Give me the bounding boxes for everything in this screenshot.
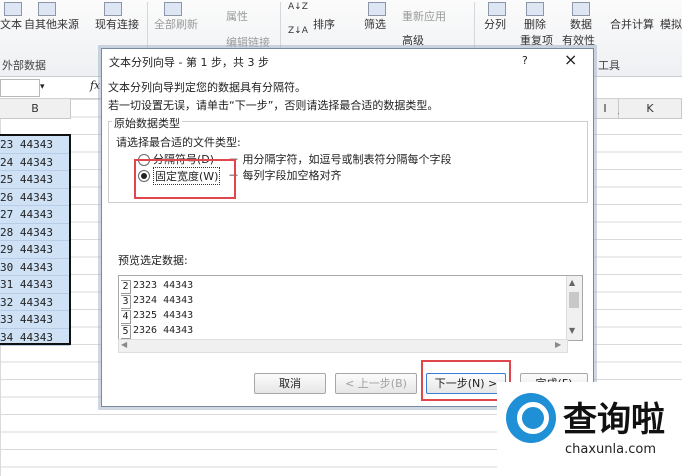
ribbon-item-sort[interactable]: 排序 [313,16,335,32]
watermark-brand: 查询啦 [563,400,665,440]
preview-row-number: 2 [121,280,131,294]
ribbon-item-text-to-columns[interactable]: 分列 [484,16,506,32]
back-button[interactable]: < 上一步(B) [335,373,417,394]
ribbon-item-remove[interactable]: 删除 [524,16,546,32]
preview-row-number: 5 [121,325,131,339]
existing-connections-icon [104,2,122,16]
option-delimited-desc: － 用分隔字符，如逗号或制表符分隔每个字段 [228,153,452,166]
ribbon-item-advanced[interactable]: 高级 [402,32,424,48]
preview-row: 2325 44343 [133,310,194,321]
selection-border [0,134,71,345]
file-type-prompt: 请选择最合适的文件类型: [116,136,241,149]
close-button[interactable]: × [564,50,577,69]
ribbon-item-duplicates[interactable]: 重复项 [520,32,553,48]
name-box[interactable] [0,79,40,97]
scroll-left-icon[interactable]: ◀ [121,340,127,349]
dialog-title: 文本分列向导 - 第 1 步，共 3 步 [109,56,269,69]
ribbon-item-refresh-all[interactable]: 全部刷新 [154,16,198,32]
scroll-right-icon[interactable]: ▶ [555,340,561,349]
ribbon-item-what-if[interactable]: 模拟 [660,16,682,32]
ribbon-item-consolidate[interactable]: 合并计算 [610,16,654,32]
dialog-line-2: 若一切设置无误，请单击“下一步”，否则请选择最合适的数据类型。 [108,99,439,112]
scroll-down-icon[interactable]: ▼ [569,326,575,335]
ribbon-item-validation[interactable]: 有效性 [562,32,595,48]
ribbon-item-text[interactable]: 文本 [0,16,22,32]
ribbon-item-existing-connections[interactable]: 现有连接 [95,16,139,32]
filter-icon [368,2,386,16]
text-import-icon [4,2,22,16]
help-button[interactable]: ? [522,54,528,67]
preview-row-number: 4 [121,310,131,324]
chevron-down-icon[interactable]: ▾ [40,80,50,94]
column-header-k[interactable]: K [619,99,682,119]
group-legend: 原始数据类型 [112,115,182,131]
text-to-columns-dialog: 文本分列向导 - 第 1 步，共 3 步 ? × 文本分列向导判定您的数据具有分… [101,48,594,407]
column-header-b[interactable]: B [0,99,71,119]
preview-row: 2326 44343 [133,325,194,336]
refresh-all-icon [164,2,182,16]
preview-row: 2323 44343 [133,280,194,291]
magnifier-ring [517,402,549,434]
sort-az-icon[interactable]: A↓Z [288,2,308,12]
data-validation-icon [572,2,590,16]
scroll-thumb[interactable] [569,292,579,308]
group-label-tools: 工具 [598,59,620,72]
ribbon-item-filter[interactable]: 筛选 [364,16,386,32]
ribbon-item-reapply[interactable]: 重新应用 [402,8,446,24]
fx-icon[interactable]: fx [90,79,100,92]
horizontal-scrollbar[interactable]: ◀ ▶ [118,339,568,353]
search-icon [506,393,556,443]
text-to-columns-icon [488,2,506,16]
preview-label: 预览选定数据: [118,254,188,267]
vertical-scrollbar[interactable]: ▲ ▼ [566,276,582,340]
preview-row-number: 3 [121,295,131,309]
ribbon-item-properties[interactable]: 属性 [226,8,248,24]
other-sources-icon [38,2,56,16]
column-header-i[interactable]: I [592,99,619,119]
preview-row: 2324 44343 [133,295,194,306]
sort-za-icon[interactable]: Z↓A [288,26,308,36]
watermark-logo: 查询啦 chaxunla.com [497,382,682,476]
watermark-url: chaxunla.com [565,442,656,457]
preview-pane[interactable]: 2 2323 44343 3 2324 44343 4 2325 44343 5… [118,275,583,341]
remove-duplicates-icon [526,2,544,16]
group-label-external-data: 外部数据 [2,59,46,72]
scroll-up-icon[interactable]: ▲ [569,278,575,287]
dialog-line-1: 文本分列向导判定您的数据具有分隔符。 [108,81,306,94]
dialog-titlebar[interactable]: 文本分列向导 - 第 1 步，共 3 步 ? × [102,49,593,73]
ribbon-item-data[interactable]: 数据 [570,16,592,32]
option-fixed-width-desc: － 每列字段加空格对齐 [228,169,342,182]
cancel-button[interactable]: 取消 [254,373,326,394]
ribbon-item-other-sources[interactable]: 自其他来源 [24,16,79,32]
highlight-box [134,159,236,199]
